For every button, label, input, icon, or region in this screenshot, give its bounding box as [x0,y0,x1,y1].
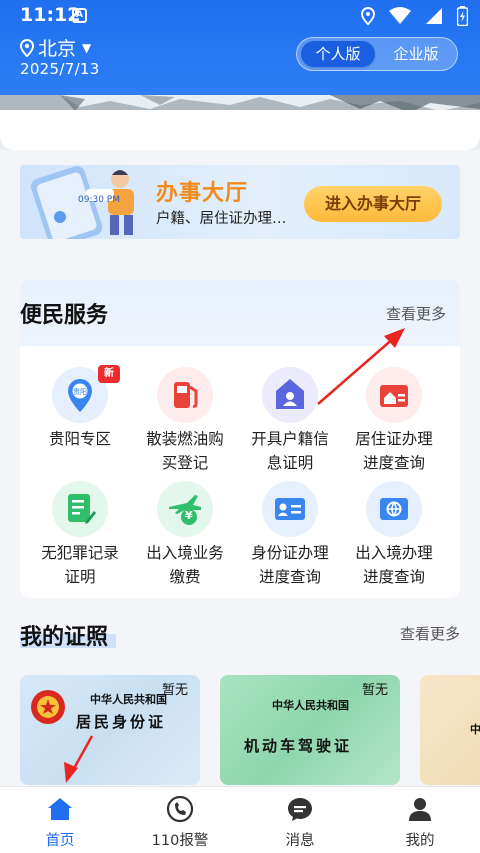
service-label-line1: 无犯罪记录 [41,544,119,562]
nav-110-alarm[interactable]: 110报警 [120,795,240,850]
nav-label: 110报警 [151,833,209,849]
current-date: 2025/7/13 [20,60,100,78]
yuan-symbol: ¥ [185,509,193,522]
phone-time-label: 09:30 PM [78,195,120,205]
certificates-more-link[interactable]: 查看更多 [400,623,460,644]
service-hall-banner[interactable]: 09:30 PM 办事大厅 户籍、居住证办理… 进入办事大厅 [20,165,460,239]
guiyang-icon-text: 贵阳 [73,388,87,396]
wifi-icon [389,7,411,24]
service-label-line2: 缴费 [169,568,201,586]
nav-label: 首页 [45,833,75,849]
driving-license-certificate[interactable]: 中华人民共和国 暂无 机动车驾驶证 [220,675,400,785]
card-name: 居民身份证 [76,713,167,731]
location-pin-icon [20,38,34,57]
nav-label: 消息 [285,833,315,849]
nav-messages[interactable]: 消息 [240,795,360,850]
signal-icon [426,8,442,24]
service-item-residence-permit[interactable]: 居住证办理 进度查询 [342,367,446,475]
service-label-line2: 进度查询 [362,454,425,472]
caret-down-icon: ▼ [82,40,92,55]
service-label-line2: 买登记 [161,454,209,472]
passport-globe-icon [366,481,422,537]
home-icon [48,798,72,820]
message-icon [288,798,312,821]
nav-label: 我的 [405,833,435,849]
service-item-household[interactable]: 开具户籍信 息证明 [238,367,342,475]
plane-yuan-icon: ¥ [157,481,213,537]
household-person-icon [262,367,318,423]
new-badge: 新 [98,365,120,383]
id-card-icon [262,481,318,537]
service-label-line1: 出入境业务 [146,544,224,562]
enterprise-version-button[interactable]: 企业版 [379,41,453,67]
card-country: 中华人民共和国 [90,693,167,706]
document-edit-icon [52,481,108,537]
enter-service-hall-button[interactable]: 进入办事大厅 [304,186,442,222]
card-status: 暂无 [361,683,388,698]
system-icons [361,6,468,26]
location-status-icon [361,7,375,25]
national-emblem-icon [31,690,65,724]
nav-profile[interactable]: 我的 [360,795,480,850]
service-label-line2: 进度查询 [258,568,321,586]
service-label-line1: 居住证办理 [355,430,433,448]
city-name: 北京 [38,38,77,60]
service-label-line2: 进度查询 [362,568,425,586]
card-name: 机动车驾驶证 [244,737,353,755]
id-card-certificate[interactable]: 中华人民共和国 暂无 居民身份证 [20,675,200,785]
service-label: 贵阳专区 [48,430,111,448]
service-item-id-card-progress[interactable]: 身份证办理 进度查询 [238,481,342,589]
banner-card-edge [0,110,480,150]
services-more-link[interactable]: 查看更多 [386,303,446,324]
service-item-exit-entry-payment[interactable]: ¥ 出入境业务 缴费 [133,481,237,589]
card-status: 暂无 [161,683,188,698]
service-label-line1: 出入境办理 [355,544,433,562]
third-certificate-card[interactable]: 中 [420,675,480,785]
card-country: 中华人民共和国 [272,699,349,712]
user-icon [409,798,431,821]
phone-icon [166,795,194,823]
service-label-line2: 息证明 [266,454,314,472]
version-toggle: 个人版 企业版 [296,37,458,71]
service-label-line1: 开具户籍信 [251,430,329,448]
service-label-line1: 散装燃油购 [146,430,224,448]
services-header: 便民服务 查看更多 [20,280,460,346]
bottom-navigation: 首页 110报警 消息 我的 [0,786,480,853]
notification-a-icon: A [72,8,87,23]
service-item-guiyang[interactable]: 贵阳 新 贵阳专区 [28,365,132,451]
service-label-line2: 证明 [64,568,96,586]
app-header: 11:12 A 北京 ▼ 2025/7/13 个人版 企业版 [0,0,480,150]
service-item-fuel[interactable]: 散装燃油购 买登记 [133,367,237,475]
service-item-no-criminal-record[interactable]: 无犯罪记录 证明 [28,481,132,589]
status-bar: 11:12 A [0,0,480,32]
convenience-services-card: 便民服务 查看更多 贵阳 新 贵阳专区 散装燃油购 买登记 开具户籍信 息证明 … [20,280,460,598]
city-selector[interactable]: 北京 ▼ [20,34,91,61]
battery-icon [457,6,468,26]
service-hall-title: 办事大厅 [156,181,249,206]
card-country: 中 [470,723,480,736]
residence-card-icon [366,367,422,423]
fuel-pump-icon [157,367,213,423]
certificates-title: 我的证照 [20,625,109,650]
location-pin-icon: 贵阳 新 [52,365,120,423]
service-label-line1: 身份证办理 [251,544,329,562]
personal-version-button[interactable]: 个人版 [301,41,375,67]
service-item-exit-entry-progress[interactable]: 出入境办理 进度查询 [342,481,446,589]
service-hall-subtitle: 户籍、居住证办理… [156,211,287,227]
services-title: 便民服务 [20,303,109,328]
nav-home[interactable]: 首页 [0,795,120,850]
